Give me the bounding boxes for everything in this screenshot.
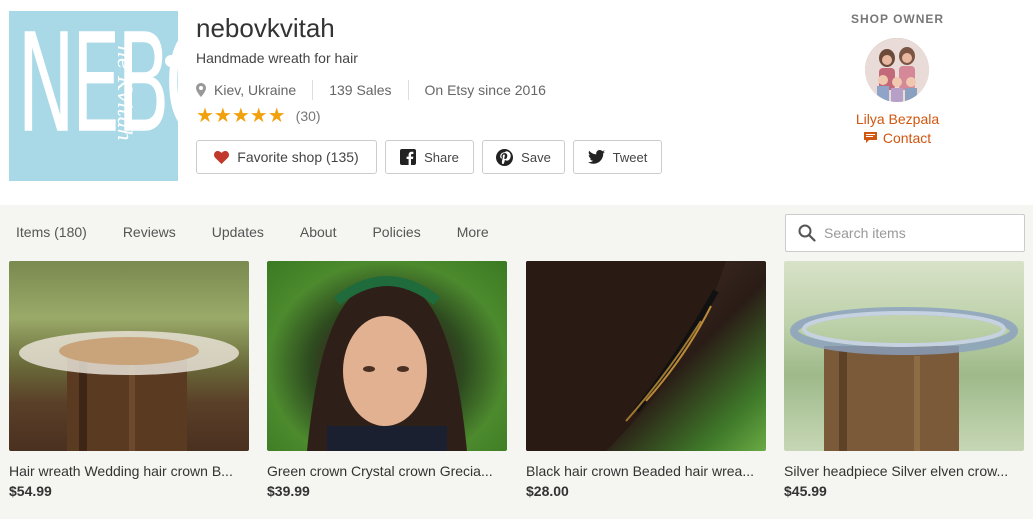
tab-more[interactable]: More [457, 224, 489, 240]
listing-image[interactable] [526, 261, 766, 451]
map-pin-icon [196, 83, 206, 97]
twitter-icon [587, 150, 605, 164]
listing-price: $28.00 [526, 483, 569, 499]
share-button[interactable]: Share [385, 140, 474, 174]
rating-stars-icon: ★★★★★ [196, 105, 286, 127]
listing-card[interactable]: Silver headpiece Silver elven crow... $4… [784, 261, 1024, 499]
favorite-shop-button[interactable]: Favorite shop (135) [196, 140, 377, 174]
shop-tagline: Handmade wreath for hair [196, 50, 358, 66]
search-box [785, 214, 1025, 252]
logo-script-text: ne Kvitah [113, 45, 137, 142]
tab-about[interactable]: About [300, 224, 337, 240]
logo-text: NEBO [17, 11, 178, 164]
shop-since: On Etsy since 2016 [424, 82, 546, 98]
shop-name: nebovkvitah [196, 13, 335, 43]
listing-price: $54.99 [9, 483, 52, 499]
search-icon[interactable] [798, 224, 816, 242]
shop-sales[interactable]: 139 Sales [329, 82, 391, 98]
listing-price: $45.99 [784, 483, 827, 499]
shop-owner-panel: SHOP OWNER Lilya Bezpala Contact [820, 0, 975, 205]
tweet-button[interactable]: Tweet [573, 140, 662, 174]
contact-label: Contact [882, 130, 932, 146]
shop-location: Kiev, Ukraine [196, 82, 296, 98]
listing-card[interactable]: Hair wreath Wedding hair crown B... $54.… [9, 261, 249, 499]
listing-image[interactable] [9, 261, 249, 451]
divider [407, 80, 409, 100]
listing-card[interactable]: Green crown Crystal crown Grecia... $39.… [267, 261, 507, 499]
rating-count: (30) [295, 108, 321, 124]
shop-rating[interactable]: ★★★★★ (30) [196, 106, 321, 126]
shop-actions: Favorite shop (135) Share Save Tweet [196, 140, 670, 174]
shop-owner-name[interactable]: Lilya Bezpala [820, 111, 975, 127]
listing-image[interactable] [267, 261, 507, 451]
tweet-label: Tweet [612, 149, 648, 165]
tab-updates[interactable]: Updates [212, 224, 264, 240]
listing-card[interactable]: Black hair crown Beaded hair wrea... $28… [526, 261, 766, 499]
mail-icon [863, 132, 877, 144]
avatar[interactable] [865, 38, 929, 102]
listing-image[interactable] [784, 261, 1024, 451]
save-button[interactable]: Save [482, 140, 565, 174]
tab-items[interactable]: Items (180) [16, 224, 87, 240]
listing-title[interactable]: Silver headpiece Silver elven crow... [784, 463, 1024, 479]
shop-tabs: Items (180) Reviews Updates About Polici… [16, 224, 525, 240]
favorite-shop-label: Favorite shop (135) [237, 149, 359, 165]
listing-title[interactable]: Green crown Crystal crown Grecia... [267, 463, 507, 479]
facebook-icon [400, 149, 417, 165]
listing-title[interactable]: Black hair crown Beaded hair wrea... [526, 463, 766, 479]
search-input[interactable] [824, 225, 1004, 241]
heart-icon [214, 150, 230, 164]
share-label: Share [424, 149, 459, 165]
divider [312, 80, 314, 100]
shop-meta: Kiev, Ukraine 139 Sales On Etsy since 20… [196, 80, 546, 100]
pinterest-icon [496, 148, 514, 166]
shop-location-text: Kiev, Ukraine [214, 82, 297, 98]
listing-title[interactable]: Hair wreath Wedding hair crown B... [9, 463, 249, 479]
tab-reviews[interactable]: Reviews [123, 224, 176, 240]
tab-policies[interactable]: Policies [372, 224, 420, 240]
shop-logo[interactable]: NEBO ne Kvitah [9, 11, 178, 181]
contact-link[interactable]: Contact [820, 130, 975, 146]
listing-price: $39.99 [267, 483, 310, 499]
save-label: Save [521, 149, 551, 165]
shop-owner-heading: SHOP OWNER [850, 12, 945, 26]
logo-dot [165, 55, 177, 67]
shop-header: NEBO ne Kvitah nebovkvitah Handmade wrea… [0, 0, 1033, 205]
